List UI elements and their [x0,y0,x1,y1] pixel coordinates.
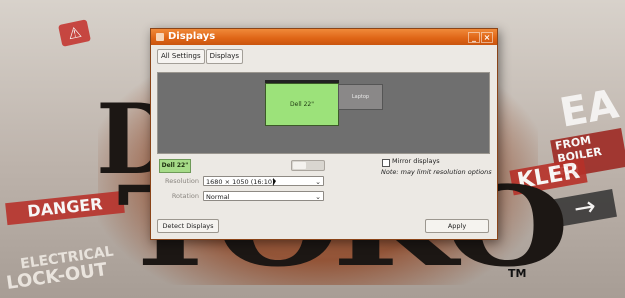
mirror-displays-label: Mirror displays [392,157,440,165]
wallpaper-warning-sign: ⚠ [58,19,92,47]
all-settings-button[interactable]: All Settings [157,49,205,64]
monitor-power-toggle[interactable] [291,160,325,171]
laptop-monitor-block[interactable]: Laptop [338,84,383,110]
navigation-toolbar: All Settings Displays [157,49,244,64]
wallpaper-trademark: TM [508,267,527,280]
mouse-cursor-icon [273,178,276,186]
window-title: Displays [168,31,216,42]
mirror-displays-note: Note: may limit resolution options [381,168,492,176]
window-titlebar[interactable]: Displays _ × [151,29,497,45]
wallpaper-ea-text: EA [556,81,622,137]
chevron-down-icon: ⌄ [315,178,321,186]
resolution-select[interactable]: 1680 × 1050 (16:10) ⌄ [203,176,324,186]
wallpaper-arrow-sign: → [553,189,617,227]
detect-displays-button[interactable]: Detect Displays [157,219,219,233]
apply-button[interactable]: Apply [425,219,489,233]
rotation-value: Normal [206,193,230,201]
close-icon[interactable]: × [481,32,493,43]
rotation-select[interactable]: Normal ⌄ [203,191,324,201]
displays-window: Displays _ × All Settings Displays Dell … [150,28,498,240]
resolution-label: Resolution [165,177,199,185]
selected-monitor-label: Dell 22" [159,159,191,173]
chevron-down-icon: ⌄ [315,193,321,201]
displays-button[interactable]: Displays [205,49,244,64]
primary-monitor-block[interactable]: Dell 22" [265,83,339,126]
minimize-icon[interactable]: _ [468,32,480,43]
display-arrangement-preview[interactable]: Dell 22" Laptop [157,72,490,154]
mirror-displays-checkbox[interactable] [382,159,390,167]
resolution-value: 1680 × 1050 (16:10) [206,178,275,186]
rotation-label: Rotation [171,192,199,200]
monitor-icon [156,33,164,41]
